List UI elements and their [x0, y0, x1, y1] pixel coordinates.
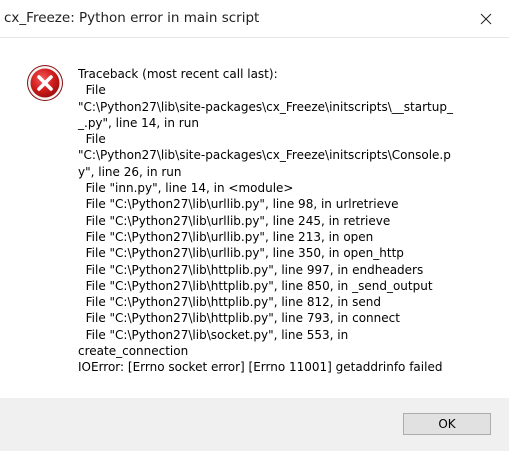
message-line: File "C:\Python27\lib\httplib.py", line …	[78, 278, 433, 293]
message-line: File "C:\Python27\lib\urllib.py", line 2…	[78, 229, 374, 244]
message-line: File	[78, 132, 106, 147]
message-line: File "C:\Python27\lib\httplib.py", line …	[78, 262, 424, 277]
message-line: File "C:\Python27\lib\urllib.py", line 3…	[78, 246, 404, 261]
dialog-footer: OK	[0, 398, 509, 451]
message-line: File "C:\Python27\lib\socket.py", line 5…	[78, 327, 349, 342]
error-icon	[27, 65, 63, 101]
message-line: File	[78, 83, 106, 98]
error-message: Traceback (most recent call last): File "…	[78, 66, 488, 376]
window-title: cx_Freeze: Python error in main script	[4, 10, 260, 26]
message-line: File "C:\Python27\lib\urllib.py", line 9…	[78, 197, 399, 212]
message-line: Traceback (most recent call last):	[78, 67, 278, 81]
message-line: "C:\Python27\lib\site-packages\cx_Freeze…	[78, 148, 451, 163]
message-line: File "C:\Python27\lib\urllib.py", line 2…	[78, 213, 391, 228]
message-line: File "C:\Python27\lib\httplib.py", line …	[78, 295, 381, 310]
close-icon	[480, 13, 492, 24]
error-dialog-window: cx_Freeze: Python error in main script T…	[0, 0, 509, 451]
title-bar: cx_Freeze: Python error in main script	[0, 0, 509, 38]
message-line: File "C:\Python27\lib\httplib.py", line …	[78, 311, 400, 326]
message-line: File "inn.py", line 14, in <module>	[78, 181, 294, 196]
dialog-content: Traceback (most recent call last): File "…	[0, 38, 509, 398]
message-line: _.py", line 14, in run	[78, 115, 199, 130]
message-line: y", line 26, in run	[78, 164, 182, 179]
ok-button[interactable]: OK	[403, 413, 491, 435]
message-line: create_connection	[78, 344, 189, 359]
close-button[interactable]	[463, 0, 509, 37]
message-line: "C:\Python27\lib\site-packages\cx_Freeze…	[78, 99, 453, 114]
message-line: IOError: [Errno socket error] [Errno 110…	[78, 360, 443, 375]
